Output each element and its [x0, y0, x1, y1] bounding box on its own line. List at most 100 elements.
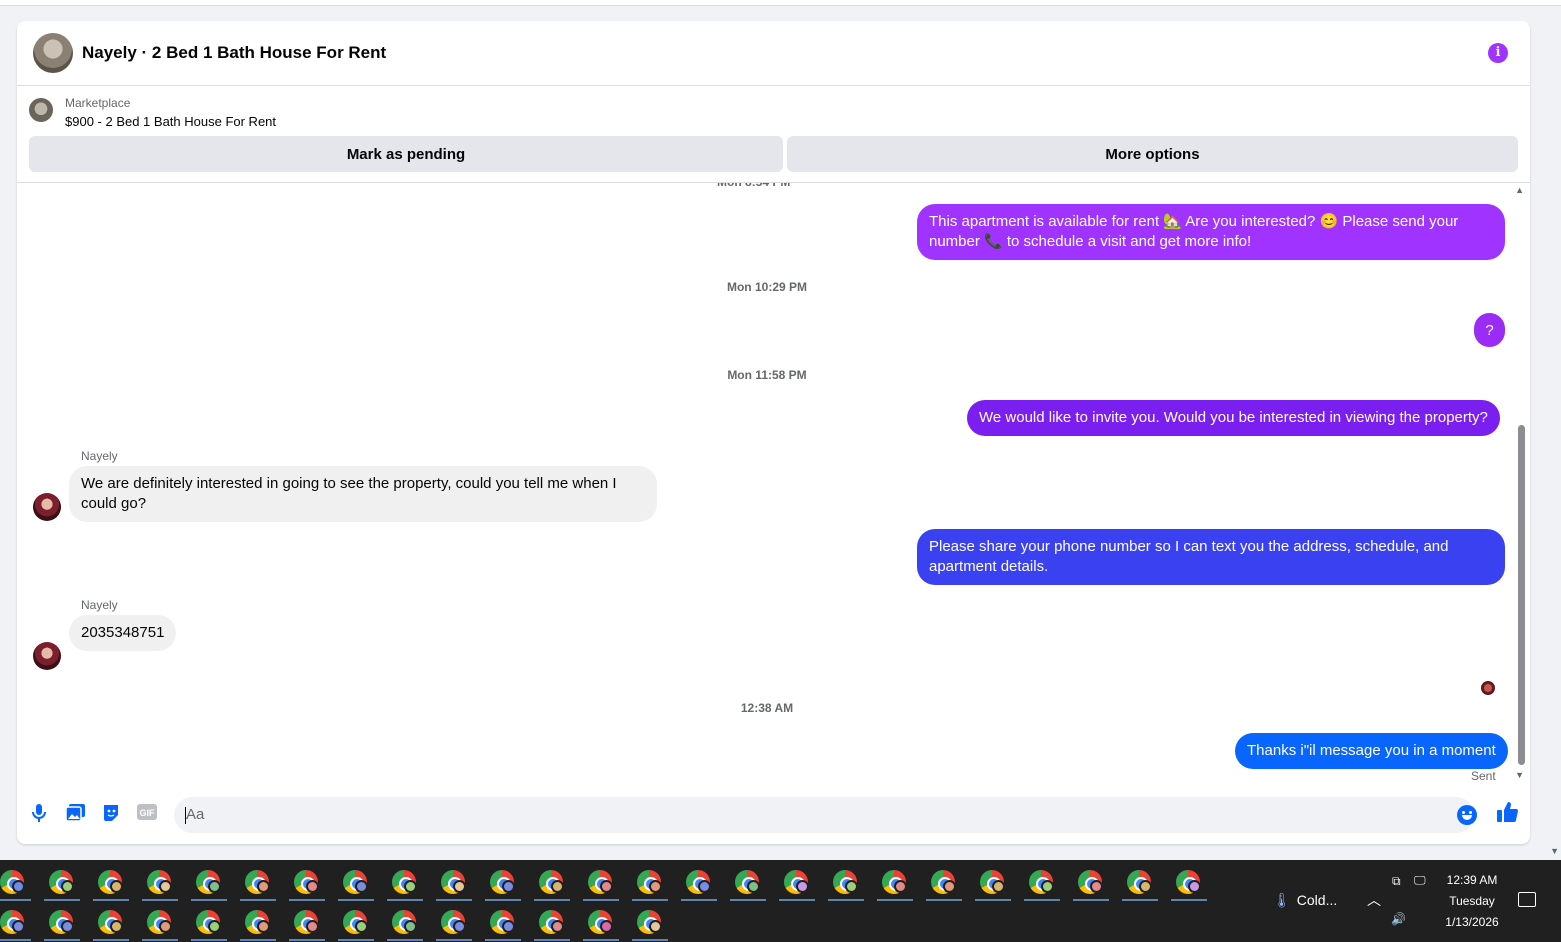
network-icon[interactable]: 🖵	[1414, 873, 1426, 888]
chrome-taskbar-button[interactable]	[625, 902, 674, 942]
chrome-taskbar-button[interactable]	[0, 902, 37, 942]
sticker-icon[interactable]	[101, 804, 121, 824]
emoji-icon[interactable]	[1457, 805, 1477, 825]
conversation-panel: Nayely · 2 Bed 1 Bath House For Rent i M…	[17, 21, 1530, 844]
chrome-taskbar-button[interactable]	[919, 862, 968, 902]
running-indicator	[632, 939, 668, 941]
chrome-taskbar-button[interactable]	[772, 862, 821, 902]
microphone-icon[interactable]	[29, 804, 49, 824]
chevron-up-icon[interactable]: ︿	[1367, 890, 1381, 910]
chrome-taskbar-button[interactable]	[135, 862, 184, 902]
chrome-taskbar-button[interactable]	[821, 862, 870, 902]
chrome-taskbar-button[interactable]	[625, 862, 674, 902]
clock[interactable]: 12:39 AM Tuesday 1/13/2026	[1440, 870, 1504, 933]
message-input[interactable]: Aa	[174, 797, 1474, 833]
chrome-taskbar-button[interactable]	[37, 902, 86, 942]
chrome-taskbar-button[interactable]	[1066, 862, 1115, 902]
sender-avatar[interactable]	[33, 493, 61, 521]
scrollbar-thumb[interactable]	[1518, 425, 1525, 765]
chrome-taskbar-button[interactable]	[282, 902, 331, 942]
chrome-taskbar-button[interactable]	[527, 862, 576, 902]
clock-day: Tuesday	[1449, 894, 1495, 908]
chrome-taskbar-button[interactable]	[184, 902, 233, 942]
running-indicator	[44, 899, 80, 901]
outgoing-message[interactable]: We would like to invite you. Would you b…	[967, 400, 1500, 436]
profile-badge-icon	[747, 880, 760, 893]
chrome-taskbar-button[interactable]	[1115, 862, 1164, 902]
running-indicator	[485, 939, 521, 941]
notification-icon[interactable]	[1518, 892, 1536, 907]
chrome-taskbar-button[interactable]	[527, 902, 576, 942]
chrome-taskbar-button[interactable]	[429, 902, 478, 942]
chrome-taskbar-button[interactable]	[233, 902, 282, 942]
chrome-taskbar-button[interactable]	[870, 862, 919, 902]
chrome-taskbar-button[interactable]	[184, 862, 233, 902]
profile-badge-icon	[551, 920, 564, 933]
listing-thumbnail[interactable]	[29, 98, 53, 122]
timestamp: 12:38 AM	[740, 701, 794, 715]
meet-now-icon[interactable]: ⧉	[1392, 874, 1401, 889]
more-options-button[interactable]: More options	[787, 136, 1518, 172]
chrome-taskbar-button[interactable]	[968, 862, 1017, 902]
photo-icon[interactable]	[64, 804, 85, 824]
incoming-message[interactable]: We are definitely interested in going to…	[69, 466, 657, 522]
scroll-up-arrow[interactable]: ▲	[1515, 185, 1524, 195]
info-icon[interactable]: i	[1488, 43, 1508, 63]
profile-badge-icon	[845, 880, 858, 893]
profile-badge-icon	[110, 920, 123, 933]
weather-widget[interactable]: 🌡 Cold...	[1273, 892, 1337, 909]
running-indicator	[583, 899, 619, 901]
conversation-title[interactable]: Nayely · 2 Bed 1 Bath House For Rent	[82, 43, 386, 63]
running-indicator	[534, 939, 570, 941]
chrome-taskbar-button[interactable]	[723, 862, 772, 902]
chrome-taskbar-button[interactable]	[86, 862, 135, 902]
chrome-taskbar-button[interactable]	[429, 862, 478, 902]
profile-badge-icon	[1041, 880, 1054, 893]
sender-name: Nayely	[81, 449, 118, 463]
running-indicator	[142, 939, 178, 941]
chrome-taskbar-button[interactable]	[1164, 862, 1213, 902]
chrome-taskbar-button[interactable]	[576, 862, 625, 902]
timestamp: Mon 10:29 PM	[726, 280, 807, 294]
running-indicator	[387, 939, 423, 941]
message-list[interactable]: Mon 8:54 PM This apartment is available …	[17, 183, 1530, 788]
page-scroll-down-arrow[interactable]: ▼	[1550, 846, 1559, 856]
chrome-taskbar-button[interactable]	[576, 902, 625, 942]
chrome-taskbar-button[interactable]	[478, 902, 527, 942]
chrome-taskbar-button[interactable]	[380, 902, 429, 942]
profile-badge-icon	[600, 920, 613, 933]
outgoing-message[interactable]: This apartment is available for rent 🏡 A…	[917, 204, 1505, 260]
gif-icon[interactable]: GIF	[137, 804, 157, 824]
chrome-taskbar-button[interactable]	[37, 862, 86, 902]
chrome-taskbar-button[interactable]	[135, 902, 184, 942]
chrome-taskbar-button[interactable]	[331, 862, 380, 902]
profile-badge-icon	[698, 880, 711, 893]
profile-badge-icon	[61, 880, 74, 893]
outgoing-message[interactable]: ?	[1474, 313, 1505, 347]
running-indicator	[289, 899, 325, 901]
profile-badge-icon	[1139, 880, 1152, 893]
chrome-taskbar-button[interactable]	[331, 902, 380, 942]
outgoing-message[interactable]: Please share your phone number so I can …	[917, 529, 1505, 585]
volume-icon[interactable]: 🔊	[1391, 912, 1406, 926]
profile-badge-icon	[159, 880, 172, 893]
running-indicator	[877, 899, 913, 901]
chrome-taskbar-button[interactable]	[0, 862, 37, 902]
listing-title[interactable]: $900 - 2 Bed 1 Bath House For Rent	[65, 114, 276, 129]
listing-avatar[interactable]	[33, 33, 73, 73]
like-icon[interactable]	[1496, 801, 1518, 829]
running-indicator	[338, 939, 374, 941]
chrome-taskbar-button[interactable]	[478, 862, 527, 902]
chrome-taskbar-button[interactable]	[233, 862, 282, 902]
chrome-taskbar-button[interactable]	[380, 862, 429, 902]
scroll-down-arrow[interactable]: ▼	[1515, 770, 1524, 780]
incoming-message[interactable]: 2035348751	[69, 615, 177, 651]
outgoing-message[interactable]: Thanks i"il message you in a moment	[1235, 733, 1508, 769]
chrome-taskbar-button[interactable]	[86, 902, 135, 942]
running-indicator	[1024, 899, 1060, 901]
mark-as-pending-button[interactable]: Mark as pending	[29, 136, 783, 172]
chrome-taskbar-button[interactable]	[1017, 862, 1066, 902]
sender-avatar[interactable]	[33, 642, 61, 670]
chrome-taskbar-button[interactable]	[282, 862, 331, 902]
chrome-taskbar-button[interactable]	[674, 862, 723, 902]
